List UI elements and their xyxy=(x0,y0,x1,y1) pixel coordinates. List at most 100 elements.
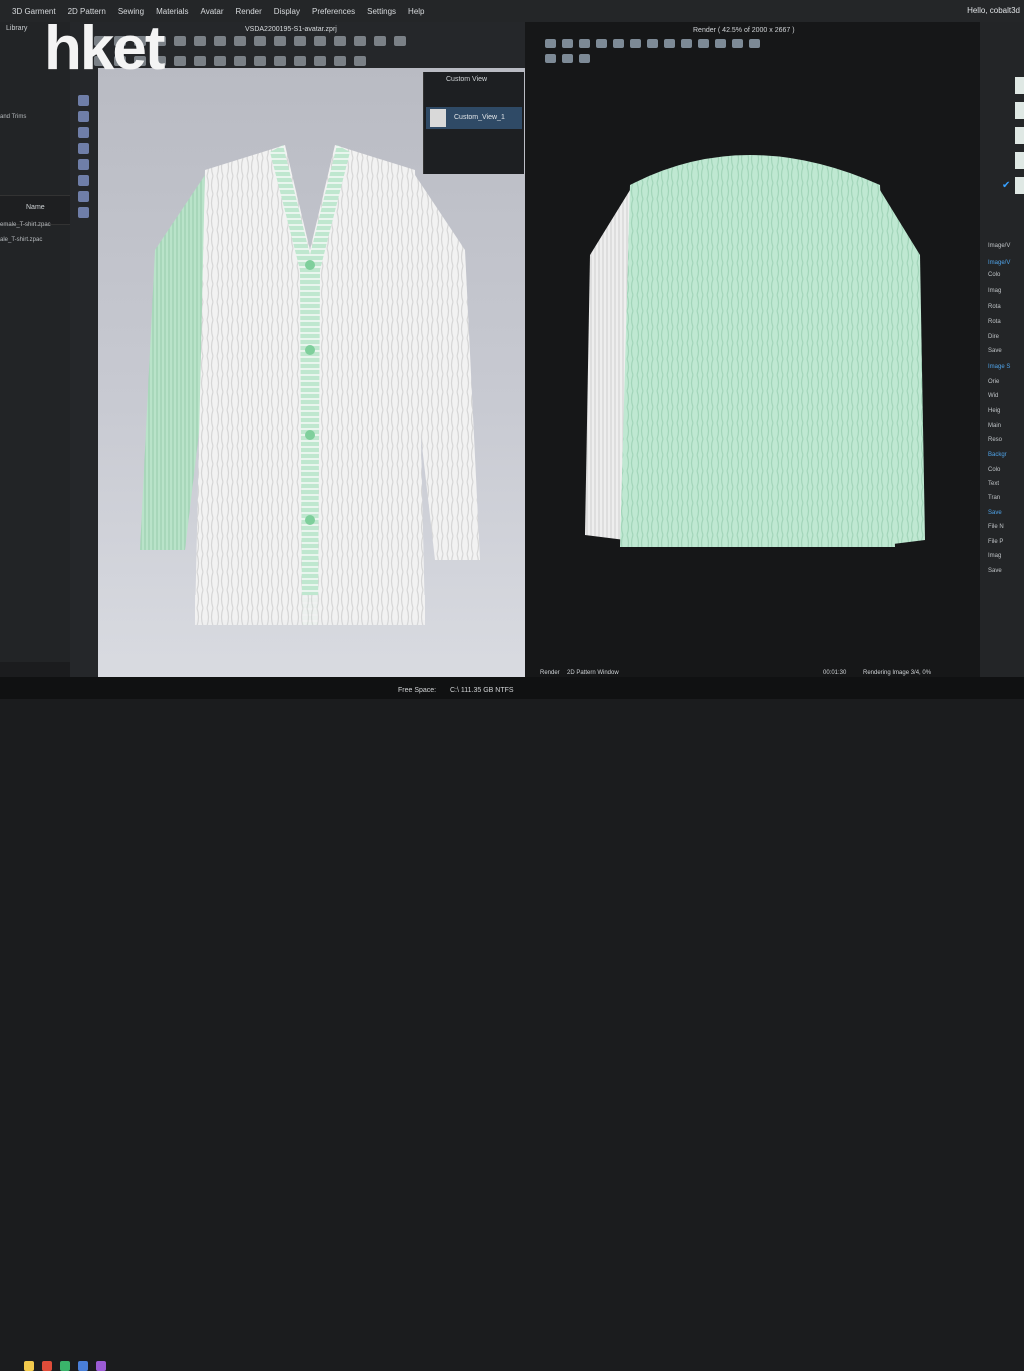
render-tool-icon[interactable] xyxy=(579,39,590,48)
toolbar-tool-icon[interactable] xyxy=(334,56,346,66)
color-swatch[interactable] xyxy=(1015,127,1024,144)
property-label[interactable]: Imag xyxy=(988,288,1001,294)
menu-item[interactable]: Avatar xyxy=(195,7,230,16)
render-tool-icon[interactable] xyxy=(613,39,624,48)
toolbar-tool-icon[interactable] xyxy=(174,56,186,66)
custom-view-item[interactable]: Custom_View_1 xyxy=(426,107,522,129)
toolbar-tool-icon[interactable] xyxy=(174,36,186,46)
menu-item[interactable]: Settings xyxy=(361,7,402,16)
app-icon[interactable] xyxy=(60,1361,70,1371)
tab-2d-pattern-window[interactable]: 2D Pattern Window xyxy=(567,670,619,676)
display-mode-icon[interactable] xyxy=(78,95,89,106)
property-label[interactable]: Wid xyxy=(988,393,998,399)
display-mode-icon[interactable] xyxy=(78,111,89,122)
cardigan-back-render[interactable] xyxy=(585,135,930,555)
property-label[interactable]: Imag xyxy=(988,553,1001,559)
toolbar-tool-icon[interactable] xyxy=(234,56,246,66)
render-tool-icon[interactable] xyxy=(732,39,743,48)
menu-item[interactable]: Display xyxy=(268,7,306,16)
display-mode-icon[interactable] xyxy=(78,175,89,186)
render-tool-icon[interactable] xyxy=(681,39,692,48)
property-label[interactable]: Colo xyxy=(988,467,1000,473)
library-tree-item[interactable]: and Trims xyxy=(0,114,26,120)
property-label[interactable]: Heig xyxy=(988,408,1000,414)
toolbar-tool-icon[interactable] xyxy=(374,36,386,46)
toolbar-tool-icon[interactable] xyxy=(194,56,206,66)
render-tool-icon[interactable] xyxy=(596,39,607,48)
custom-view-title: Custom View xyxy=(446,76,488,83)
color-swatch[interactable] xyxy=(1015,177,1024,194)
property-label[interactable]: Orie xyxy=(988,379,999,385)
tab-render[interactable]: Render xyxy=(540,670,560,676)
render-tool-icon[interactable] xyxy=(562,39,573,48)
color-swatch[interactable] xyxy=(1015,152,1024,169)
render-tool-icon[interactable] xyxy=(715,39,726,48)
toolbar-tool-icon[interactable] xyxy=(314,36,326,46)
folder-icon[interactable] xyxy=(24,1361,34,1371)
toolbar-tool-icon[interactable] xyxy=(334,36,346,46)
render-tool-icon[interactable] xyxy=(749,39,760,48)
toolbar-tool-icon[interactable] xyxy=(274,56,286,66)
library-file-1[interactable]: emale_T-shirt.zpac xyxy=(0,222,51,228)
render-tool-icon[interactable] xyxy=(562,54,573,63)
display-mode-icon[interactable] xyxy=(78,191,89,202)
render-tool-icon[interactable] xyxy=(664,39,675,48)
toolbar-tool-icon[interactable] xyxy=(354,56,366,66)
disk-space-value: C:\ 111.35 GB NTFS xyxy=(450,687,514,694)
color-swatch[interactable] xyxy=(1015,77,1024,94)
check-icon[interactable]: ✔ xyxy=(1002,180,1010,191)
display-mode-icon[interactable] xyxy=(78,143,89,154)
display-mode-icon[interactable] xyxy=(78,207,89,218)
render-tool-icon[interactable] xyxy=(579,54,590,63)
library-file-2[interactable]: ale_T-shirt.zpac xyxy=(0,237,42,243)
property-label[interactable]: Rota xyxy=(988,304,1001,310)
toolbar-tool-icon[interactable] xyxy=(214,36,226,46)
property-label[interactable]: Colo xyxy=(988,272,1000,278)
toolbar-tool-icon[interactable] xyxy=(314,56,326,66)
property-label[interactable]: Reso xyxy=(988,437,1002,443)
property-section-header[interactable]: Image S xyxy=(988,364,1010,370)
property-label[interactable]: Dire xyxy=(988,334,999,340)
menu-item[interactable]: Render xyxy=(230,7,268,16)
toolbar-tool-icon[interactable] xyxy=(294,56,306,66)
render-tool-icon[interactable] xyxy=(545,54,556,63)
property-section-header[interactable]: Backgr xyxy=(988,452,1007,458)
toolbar-tool-icon[interactable] xyxy=(234,36,246,46)
app-icon[interactable] xyxy=(96,1361,106,1371)
render-tool-icon[interactable] xyxy=(545,39,556,48)
property-label[interactable]: Main xyxy=(988,423,1001,429)
render-tool-icon[interactable] xyxy=(630,39,641,48)
property-label[interactable]: Save xyxy=(988,348,1002,354)
name-column-header[interactable]: Name xyxy=(26,204,45,211)
property-label[interactable]: Tran xyxy=(988,495,1000,501)
toolbar-tool-icon[interactable] xyxy=(394,36,406,46)
toolbar-tool-icon[interactable] xyxy=(294,36,306,46)
app-icon[interactable] xyxy=(78,1361,88,1371)
property-section-header[interactable]: Save xyxy=(988,510,1002,516)
property-section-header[interactable]: Image/V xyxy=(988,260,1010,266)
toolbar-tool-icon[interactable] xyxy=(214,56,226,66)
property-label[interactable]: Save xyxy=(988,568,1002,574)
property-label[interactable]: Text xyxy=(988,481,999,487)
display-mode-icon[interactable] xyxy=(78,159,89,170)
property-label[interactable]: Rota xyxy=(988,319,1001,325)
property-label[interactable]: File P xyxy=(988,539,1003,545)
menu-item[interactable]: Help xyxy=(402,7,430,16)
render-tool-icon[interactable] xyxy=(698,39,709,48)
cardigan-front-render[interactable] xyxy=(135,140,485,630)
toolbar-tool-icon[interactable] xyxy=(354,36,366,46)
toolbar-tool-icon[interactable] xyxy=(254,36,266,46)
library-panel: Library and Trims Name emale_T-shirt.zpa… xyxy=(0,22,70,662)
browser-icon[interactable] xyxy=(42,1361,52,1371)
color-swatch[interactable] xyxy=(1015,102,1024,119)
taskbar-icons xyxy=(24,1361,106,1371)
display-mode-icon[interactable] xyxy=(78,127,89,138)
render-status: Rendering Image 3/4, 0% xyxy=(863,670,932,676)
toolbar-tool-icon[interactable] xyxy=(254,56,266,66)
toolbar-tool-icon[interactable] xyxy=(194,36,206,46)
property-label[interactable]: Image/V xyxy=(988,243,1010,249)
property-label[interactable]: File N xyxy=(988,524,1004,530)
menu-item[interactable]: Preferences xyxy=(306,7,361,16)
render-tool-icon[interactable] xyxy=(647,39,658,48)
toolbar-tool-icon[interactable] xyxy=(274,36,286,46)
